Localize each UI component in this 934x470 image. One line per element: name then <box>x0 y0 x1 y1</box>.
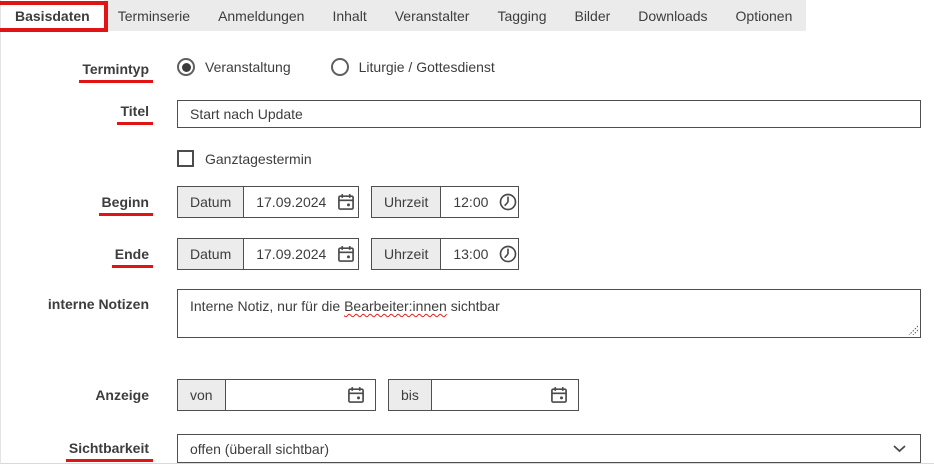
interne-notizen-textarea[interactable]: Interne Notiz, nur für die Bearbeiter:in… <box>177 289 921 338</box>
ende-uhrzeit-value: 13:00 <box>453 246 488 262</box>
anzeige-von-input[interactable] <box>226 380 375 410</box>
ende-label: Ende <box>1 238 149 262</box>
radio-veranstaltung[interactable]: Veranstaltung <box>177 58 291 76</box>
resize-grip-icon[interactable] <box>908 325 918 335</box>
anzeige-label: Anzeige <box>1 379 149 403</box>
annotation-underline <box>112 265 153 268</box>
ende-uhrzeit-input[interactable]: 13:00 <box>441 239 527 269</box>
uhrzeit-prefix-label: Uhrzeit <box>372 239 441 269</box>
radio-button-icon[interactable] <box>331 58 349 76</box>
sichtbarkeit-label: Sichtbarkeit <box>1 434 149 456</box>
titel-input[interactable]: Start nach Update <box>177 100 921 128</box>
tab-anmeldungen[interactable]: Anmeldungen <box>204 0 318 31</box>
tab-label: Bilder <box>574 8 610 24</box>
von-prefix-label: von <box>178 380 226 410</box>
beginn-datum-input[interactable]: 17.09.2024 <box>244 187 365 217</box>
termintyp-row: Termintyp Veranstaltung Liturgie / Gotte… <box>1 58 921 80</box>
titel-value: Start nach Update <box>190 106 303 122</box>
titel-label: Titel <box>1 100 149 119</box>
beginn-datum-value: 17.09.2024 <box>256 194 326 210</box>
note-text-misspelled: Bearbeiter:innen <box>344 298 447 314</box>
radio-label: Liturgie / Gottesdienst <box>359 59 495 75</box>
tab-label: Inhalt <box>332 8 366 24</box>
datum-prefix-label: Datum <box>178 187 244 217</box>
beginn-label: Beginn <box>1 186 149 210</box>
interne-notizen-row: interne Notizen Interne Notiz, nur für d… <box>1 289 921 338</box>
tab-veranstalter[interactable]: Veranstalter <box>381 0 484 31</box>
calendar-icon[interactable] <box>549 385 569 405</box>
beginn-uhrzeit-value: 12:00 <box>453 194 488 210</box>
anzeige-von-group: von <box>177 379 376 411</box>
calendar-icon[interactable] <box>346 385 366 405</box>
beginn-uhrzeit-group: Uhrzeit 12:00 <box>371 186 519 218</box>
tab-bilder[interactable]: Bilder <box>560 0 624 31</box>
radio-button-icon[interactable] <box>177 58 195 76</box>
ende-uhrzeit-group: Uhrzeit 13:00 <box>371 238 519 270</box>
tab-optionen[interactable]: Optionen <box>722 0 807 31</box>
sichtbarkeit-row: Sichtbarkeit offen (überall sichtbar) <box>1 434 921 463</box>
anzeige-bis-group: bis <box>388 379 579 411</box>
annotation-underline <box>79 80 153 83</box>
event-form-page: Basisdaten Terminserie Anmeldungen Inhal… <box>0 0 934 464</box>
note-text: Interne Notiz, nur für die <box>190 298 344 314</box>
annotation-underline <box>117 122 153 125</box>
ende-row: Ende Datum 17.09.2024 <box>1 238 921 270</box>
interne-notizen-label: interne Notizen <box>1 289 149 312</box>
beginn-row: Beginn Datum 17.09.2024 <box>1 186 921 218</box>
tab-label: Anmeldungen <box>218 8 304 24</box>
ende-datum-group: Datum 17.09.2024 <box>177 238 359 270</box>
clock-icon[interactable] <box>498 192 518 212</box>
annotation-underline <box>66 459 153 462</box>
tab-label: Veranstalter <box>395 8 470 24</box>
tab-basisdaten[interactable]: Basisdaten <box>1 0 104 31</box>
ende-datum-input[interactable]: 17.09.2024 <box>244 239 365 269</box>
termintyp-label: Termintyp <box>1 58 149 77</box>
radio-liturgie[interactable]: Liturgie / Gottesdienst <box>331 58 495 76</box>
calendar-icon[interactable] <box>336 192 356 212</box>
beginn-datum-group: Datum 17.09.2024 <box>177 186 359 218</box>
tab-tagging[interactable]: Tagging <box>483 0 560 31</box>
ganztagestermin-checkbox[interactable] <box>177 150 194 167</box>
ganztagestermin-label: Ganztagestermin <box>205 151 312 167</box>
ende-datum-value: 17.09.2024 <box>256 246 326 262</box>
tab-label: Optionen <box>736 8 793 24</box>
bis-prefix-label: bis <box>389 380 432 410</box>
tab-downloads[interactable]: Downloads <box>624 0 721 31</box>
chevron-down-icon <box>893 444 906 453</box>
radio-label: Veranstaltung <box>205 59 291 75</box>
tab-bar: Basisdaten Terminserie Anmeldungen Inhal… <box>1 0 934 31</box>
tab-terminserie[interactable]: Terminserie <box>104 0 204 31</box>
ganztagestermin-row: Ganztagestermin <box>1 150 921 167</box>
datum-prefix-label: Datum <box>178 239 244 269</box>
tab-label: Basisdaten <box>15 8 90 24</box>
anzeige-bis-input[interactable] <box>432 380 578 410</box>
note-text: sichtbar <box>447 298 500 314</box>
clock-icon[interactable] <box>498 244 518 264</box>
tab-label: Downloads <box>638 8 707 24</box>
tab-label: Terminserie <box>118 8 190 24</box>
beginn-uhrzeit-input[interactable]: 12:00 <box>441 187 527 217</box>
sichtbarkeit-select[interactable]: offen (überall sichtbar) <box>177 434 921 463</box>
tab-inhalt[interactable]: Inhalt <box>318 0 380 31</box>
anzeige-row: Anzeige von bis <box>1 379 921 411</box>
uhrzeit-prefix-label: Uhrzeit <box>372 187 441 217</box>
annotation-underline <box>99 213 153 216</box>
tab-label: Tagging <box>497 8 546 24</box>
titel-row: Titel Start nach Update <box>1 100 921 128</box>
sichtbarkeit-value: offen (überall sichtbar) <box>190 441 329 457</box>
calendar-icon[interactable] <box>336 244 356 264</box>
